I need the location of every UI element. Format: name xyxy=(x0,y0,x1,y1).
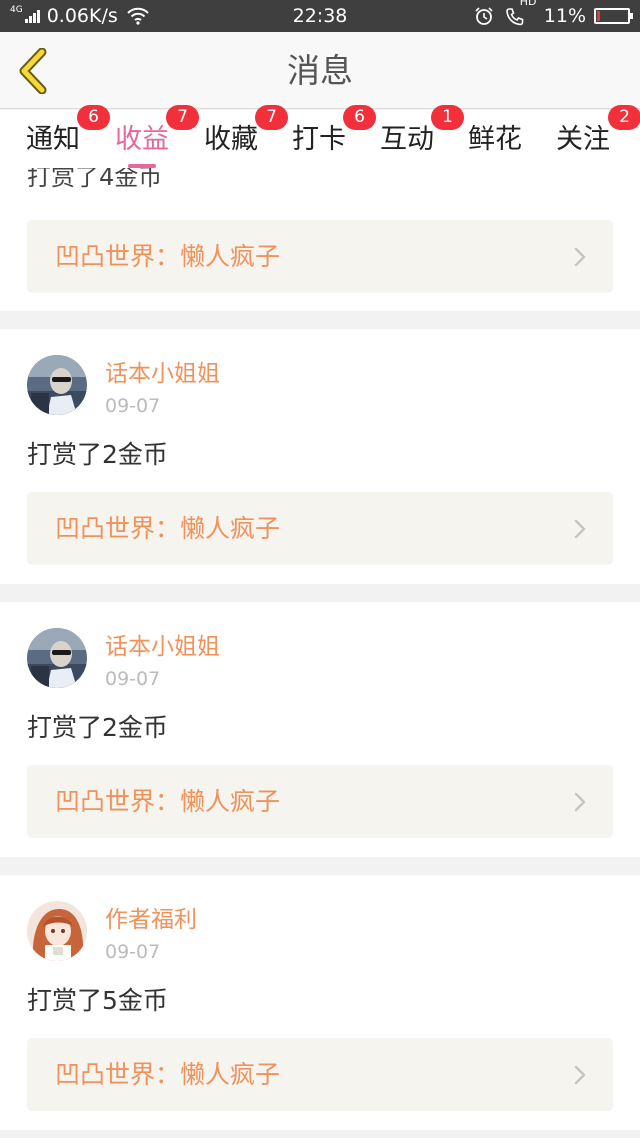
status-right: HD 11% xyxy=(474,0,633,32)
list-item: 打赏了4金币 凹凸世界：懒人疯子 xyxy=(0,168,640,311)
user-name[interactable]: 作者福利 xyxy=(105,905,197,935)
list-item: 话本小姐姐 09-07 打赏了2金币 凹凸世界：懒人疯子 xyxy=(0,602,640,857)
story-link[interactable]: 凹凸世界：懒人疯子 xyxy=(27,1038,613,1111)
list-item: 话本小姐姐 09-07 打赏了2金币 凹凸世界：懒人疯子 xyxy=(0,329,640,584)
battery-fill xyxy=(597,11,600,21)
story-title: 凹凸世界：懒人疯子 xyxy=(55,787,281,816)
status-bar: 4G 0.06K/s 22:38 HD 11% xyxy=(0,0,640,32)
battery-text: 11% xyxy=(543,5,586,27)
message-date: 09-07 xyxy=(105,668,161,690)
tab-earnings[interactable]: 收益 7 xyxy=(115,105,199,168)
tab-label: 通知 xyxy=(26,124,80,155)
hd-label: HD xyxy=(519,0,537,8)
chevron-right-icon xyxy=(574,519,586,539)
tab-checkin[interactable]: 打卡 6 xyxy=(292,105,376,168)
user-name[interactable]: 话本小姐姐 xyxy=(105,359,220,389)
story-title: 凹凸世界：懒人疯子 xyxy=(55,242,281,271)
story-title: 凹凸世界：懒人疯子 xyxy=(55,514,281,543)
tab-label: 互动 xyxy=(380,124,434,155)
tab-badge: 2 xyxy=(608,105,640,130)
battery-icon xyxy=(594,8,633,24)
call-hd-icon: HD xyxy=(504,0,537,28)
tab-following[interactable]: 关注 2 xyxy=(556,105,640,168)
message-date: 09-07 xyxy=(105,941,161,963)
message-list[interactable]: 打赏了4金币 凹凸世界：懒人疯子 话本小姐姐 09-07 打赏了2金币 凹凸世界… xyxy=(0,168,640,1138)
page-title: 消息 xyxy=(287,51,353,90)
message-text: 打赏了2金币 xyxy=(27,440,168,469)
story-link[interactable]: 凹凸世界：懒人疯子 xyxy=(27,220,613,293)
avatar[interactable] xyxy=(27,901,87,961)
tab-flowers[interactable]: 鲜花 xyxy=(468,110,522,168)
tab-bar: 通知 6 收益 7 收藏 7 打卡 6 互动 1 鲜花 关注 2 xyxy=(0,105,640,168)
story-title: 凹凸世界：懒人疯子 xyxy=(55,1060,281,1089)
story-link[interactable]: 凹凸世界：懒人疯子 xyxy=(27,492,613,565)
user-name[interactable]: 话本小姐姐 xyxy=(105,632,220,662)
message-text: 打赏了5金币 xyxy=(27,986,168,1015)
header-bar: 消息 xyxy=(0,32,640,109)
story-link[interactable]: 凹凸世界：懒人疯子 xyxy=(27,765,613,838)
avatar[interactable] xyxy=(27,628,87,688)
list-item: 作者福利 09-07 打赏了5金币 凹凸世界：懒人疯子 xyxy=(0,875,640,1130)
tab-label: 关注 xyxy=(556,124,610,155)
chevron-right-icon xyxy=(574,792,586,812)
tab-badge: 7 xyxy=(255,105,288,130)
chevron-right-icon xyxy=(574,247,586,267)
tab-label: 收益 xyxy=(115,124,169,155)
tab-badge: 6 xyxy=(77,105,110,130)
message-text: 打赏了4金币 xyxy=(27,168,163,191)
message-text: 打赏了2金币 xyxy=(27,713,168,742)
avatar[interactable] xyxy=(27,355,87,415)
tab-notifications[interactable]: 通知 6 xyxy=(26,105,110,168)
tab-badge: 6 xyxy=(343,105,376,130)
screen: 4G 0.06K/s 22:38 HD 11% 消息 通知 6 收益 7 收藏 … xyxy=(0,0,640,1138)
tab-label: 收藏 xyxy=(204,124,258,155)
message-date: 09-07 xyxy=(105,395,161,417)
tab-interaction[interactable]: 互动 1 xyxy=(380,105,464,168)
tab-badge: 1 xyxy=(431,105,464,130)
alarm-icon xyxy=(475,7,493,25)
tab-label: 鲜花 xyxy=(468,124,522,155)
chevron-right-icon xyxy=(574,1065,586,1085)
tab-badge: 7 xyxy=(166,105,199,130)
tab-label: 打卡 xyxy=(292,124,346,155)
tab-favorites[interactable]: 收藏 7 xyxy=(204,105,288,168)
